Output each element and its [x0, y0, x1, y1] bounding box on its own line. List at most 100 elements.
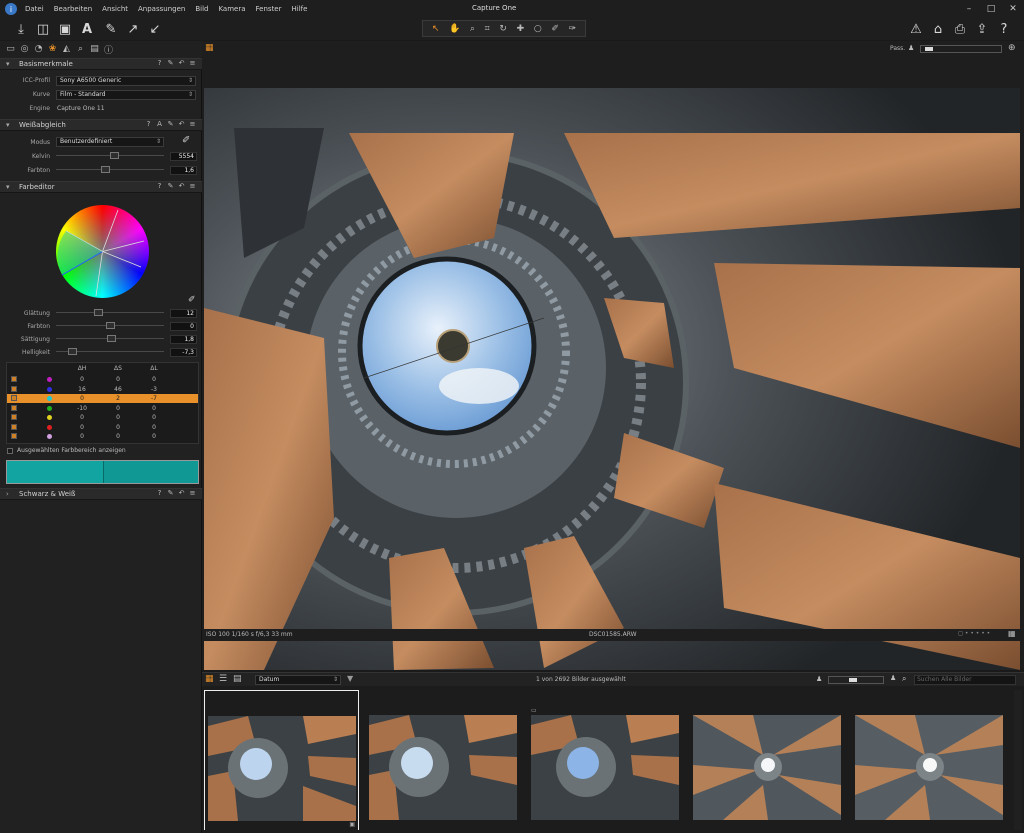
slider-knob[interactable]: [94, 309, 103, 316]
coloreditor-header[interactable]: ▾ Farbeditor ? ✎ ↶ ≡: [0, 181, 202, 193]
slider-knob[interactable]: [101, 166, 110, 173]
hue-value[interactable]: 0: [170, 322, 197, 331]
kelvin-slider[interactable]: [56, 151, 164, 161]
rating-stars[interactable]: ◻ • • • • •: [958, 630, 990, 637]
zoom-in-icon[interactable]: ⊕: [1008, 43, 1016, 53]
sat-slider[interactable]: [56, 334, 164, 344]
filmstrip-view-icon[interactable]: ▤: [233, 674, 242, 684]
smooth-slider[interactable]: [56, 308, 164, 318]
icc-select[interactable]: Sony A6500 Generic ⇕: [56, 76, 196, 86]
sort-direction-icon[interactable]: ▼: [347, 674, 353, 683]
reset-icon[interactable]: ↶: [176, 120, 187, 128]
reset-icon[interactable]: ↶: [176, 489, 187, 497]
close-button[interactable]: ✕: [1002, 0, 1024, 18]
wb-picker-icon[interactable]: ✐: [182, 135, 190, 146]
app-info-icon[interactable]: i: [5, 3, 17, 15]
apply-icon[interactable]: ✎: [165, 120, 176, 128]
menu-icon[interactable]: ≡: [187, 59, 198, 67]
color-range-row[interactable]: 0 0 0: [7, 375, 198, 384]
color-range-row[interactable]: 0 0 0: [7, 432, 198, 441]
spot-icon[interactable]: ✚: [517, 24, 525, 34]
search-icon[interactable]: ⌕: [902, 674, 906, 684]
thumbnail-2[interactable]: [366, 690, 521, 830]
search-input[interactable]: Suchen Alle Bilder: [914, 675, 1016, 685]
thumbnail-1[interactable]: ▣: [204, 690, 359, 830]
circle-icon[interactable]: ○: [534, 24, 542, 34]
tint-slider[interactable]: [56, 165, 164, 175]
print-icon[interactable]: ⎙: [951, 20, 969, 38]
info-icon[interactable]: ⓘ: [102, 43, 115, 56]
help-icon[interactable]: ?: [154, 59, 165, 67]
light-slider[interactable]: [56, 347, 164, 357]
main-photo[interactable]: [204, 88, 1020, 670]
lens-icon[interactable]: ◔: [32, 43, 45, 56]
help-icon[interactable]: ?: [154, 489, 165, 497]
row-checkbox[interactable]: [11, 385, 17, 392]
thumbnail-view-icon[interactable]: ▦: [205, 674, 214, 684]
rotate-icon[interactable]: ↻: [499, 24, 507, 34]
erase-icon[interactable]: ✑: [569, 24, 577, 34]
color-range-row[interactable]: -10 0 0: [7, 404, 198, 413]
menu-bearbeiten[interactable]: Bearbeiten: [54, 5, 92, 13]
list-view-icon[interactable]: ☰: [219, 674, 227, 684]
menu-icon[interactable]: ≡: [187, 120, 198, 128]
color-range-row[interactable]: 16 46 -3: [7, 385, 198, 394]
pan-icon[interactable]: ✋: [449, 24, 460, 34]
light-value[interactable]: -7,3: [170, 348, 197, 357]
browser-scrollbar[interactable]: [1014, 690, 1022, 830]
hue-slider[interactable]: [56, 321, 164, 331]
exposure-icon[interactable]: ◭: [60, 43, 73, 56]
export-icon[interactable]: ⇪: [973, 20, 991, 38]
info-grid-icon[interactable]: ▦: [1008, 629, 1016, 638]
text-icon[interactable]: A: [78, 20, 96, 38]
menu-fenster[interactable]: Fenster: [256, 5, 282, 13]
thumbnail-3[interactable]: ▭: [528, 690, 683, 830]
capture-icon[interactable]: ◫: [34, 20, 52, 38]
zoom-slider[interactable]: [920, 45, 1002, 53]
row-checkbox[interactable]: [11, 433, 17, 439]
arrow-up-icon[interactable]: ↗: [124, 20, 142, 38]
minimize-button[interactable]: –: [958, 0, 980, 18]
color-picker-icon[interactable]: ✐: [188, 295, 196, 305]
thumbnail-4[interactable]: [690, 690, 845, 830]
slider-knob[interactable]: [925, 47, 933, 51]
smooth-value[interactable]: 12: [170, 309, 197, 318]
overlay-icon[interactable]: ⌂: [929, 20, 947, 38]
apply-icon[interactable]: ✎: [165, 182, 176, 190]
slider-knob[interactable]: [106, 322, 115, 329]
thumbnail-5[interactable]: [852, 690, 1007, 830]
slider-knob[interactable]: [849, 678, 857, 682]
menu-hilfe[interactable]: Hilfe: [292, 5, 308, 13]
color-wheel[interactable]: [56, 205, 149, 298]
warning-icon[interactable]: ⚠: [907, 20, 925, 38]
color-range-row[interactable]: 0 0 0: [7, 423, 198, 432]
slider-knob[interactable]: [110, 152, 119, 159]
apply-icon[interactable]: ✎: [165, 489, 176, 497]
bw-header[interactable]: › Schwarz & Weiß ? ✎ ↶ ≡: [0, 488, 202, 500]
picker-icon[interactable]: ✐: [551, 24, 559, 34]
wb-mode-select[interactable]: Benutzerdefiniert ⇕: [56, 137, 164, 147]
select-icon[interactable]: ↖: [432, 24, 440, 34]
row-checkbox[interactable]: [11, 423, 17, 430]
menu-icon[interactable]: ≡: [187, 182, 198, 190]
maximize-button[interactable]: □: [980, 0, 1002, 18]
sat-value[interactable]: 1,8: [170, 335, 197, 344]
wb-header[interactable]: ▾ Weißabgleich ? A ✎ ↶ ≡: [0, 119, 202, 131]
slider-knob[interactable]: [68, 348, 77, 355]
menu-bild[interactable]: Bild: [195, 5, 208, 13]
metadata-icon[interactable]: ▤: [88, 43, 101, 56]
color-icon[interactable]: ❀: [46, 43, 59, 56]
thumb-size-slider[interactable]: [828, 676, 884, 684]
help-icon[interactable]: ?: [154, 182, 165, 190]
row-checkbox[interactable]: [11, 376, 17, 382]
kelvin-value[interactable]: 5554: [170, 152, 197, 161]
row-checkbox[interactable]: [11, 404, 17, 411]
menu-ansicht[interactable]: Ansicht: [102, 5, 128, 13]
sort-select[interactable]: Datum ⇕: [255, 675, 341, 685]
slider-knob[interactable]: [107, 335, 116, 342]
menu-anpassungen[interactable]: Anpassungen: [138, 5, 185, 13]
color-range-row[interactable]: 0 0 0: [7, 413, 198, 422]
menu-icon[interactable]: ≡: [187, 489, 198, 497]
reset-icon[interactable]: ↶: [176, 59, 187, 67]
loupe-icon[interactable]: ⌕: [470, 24, 475, 34]
